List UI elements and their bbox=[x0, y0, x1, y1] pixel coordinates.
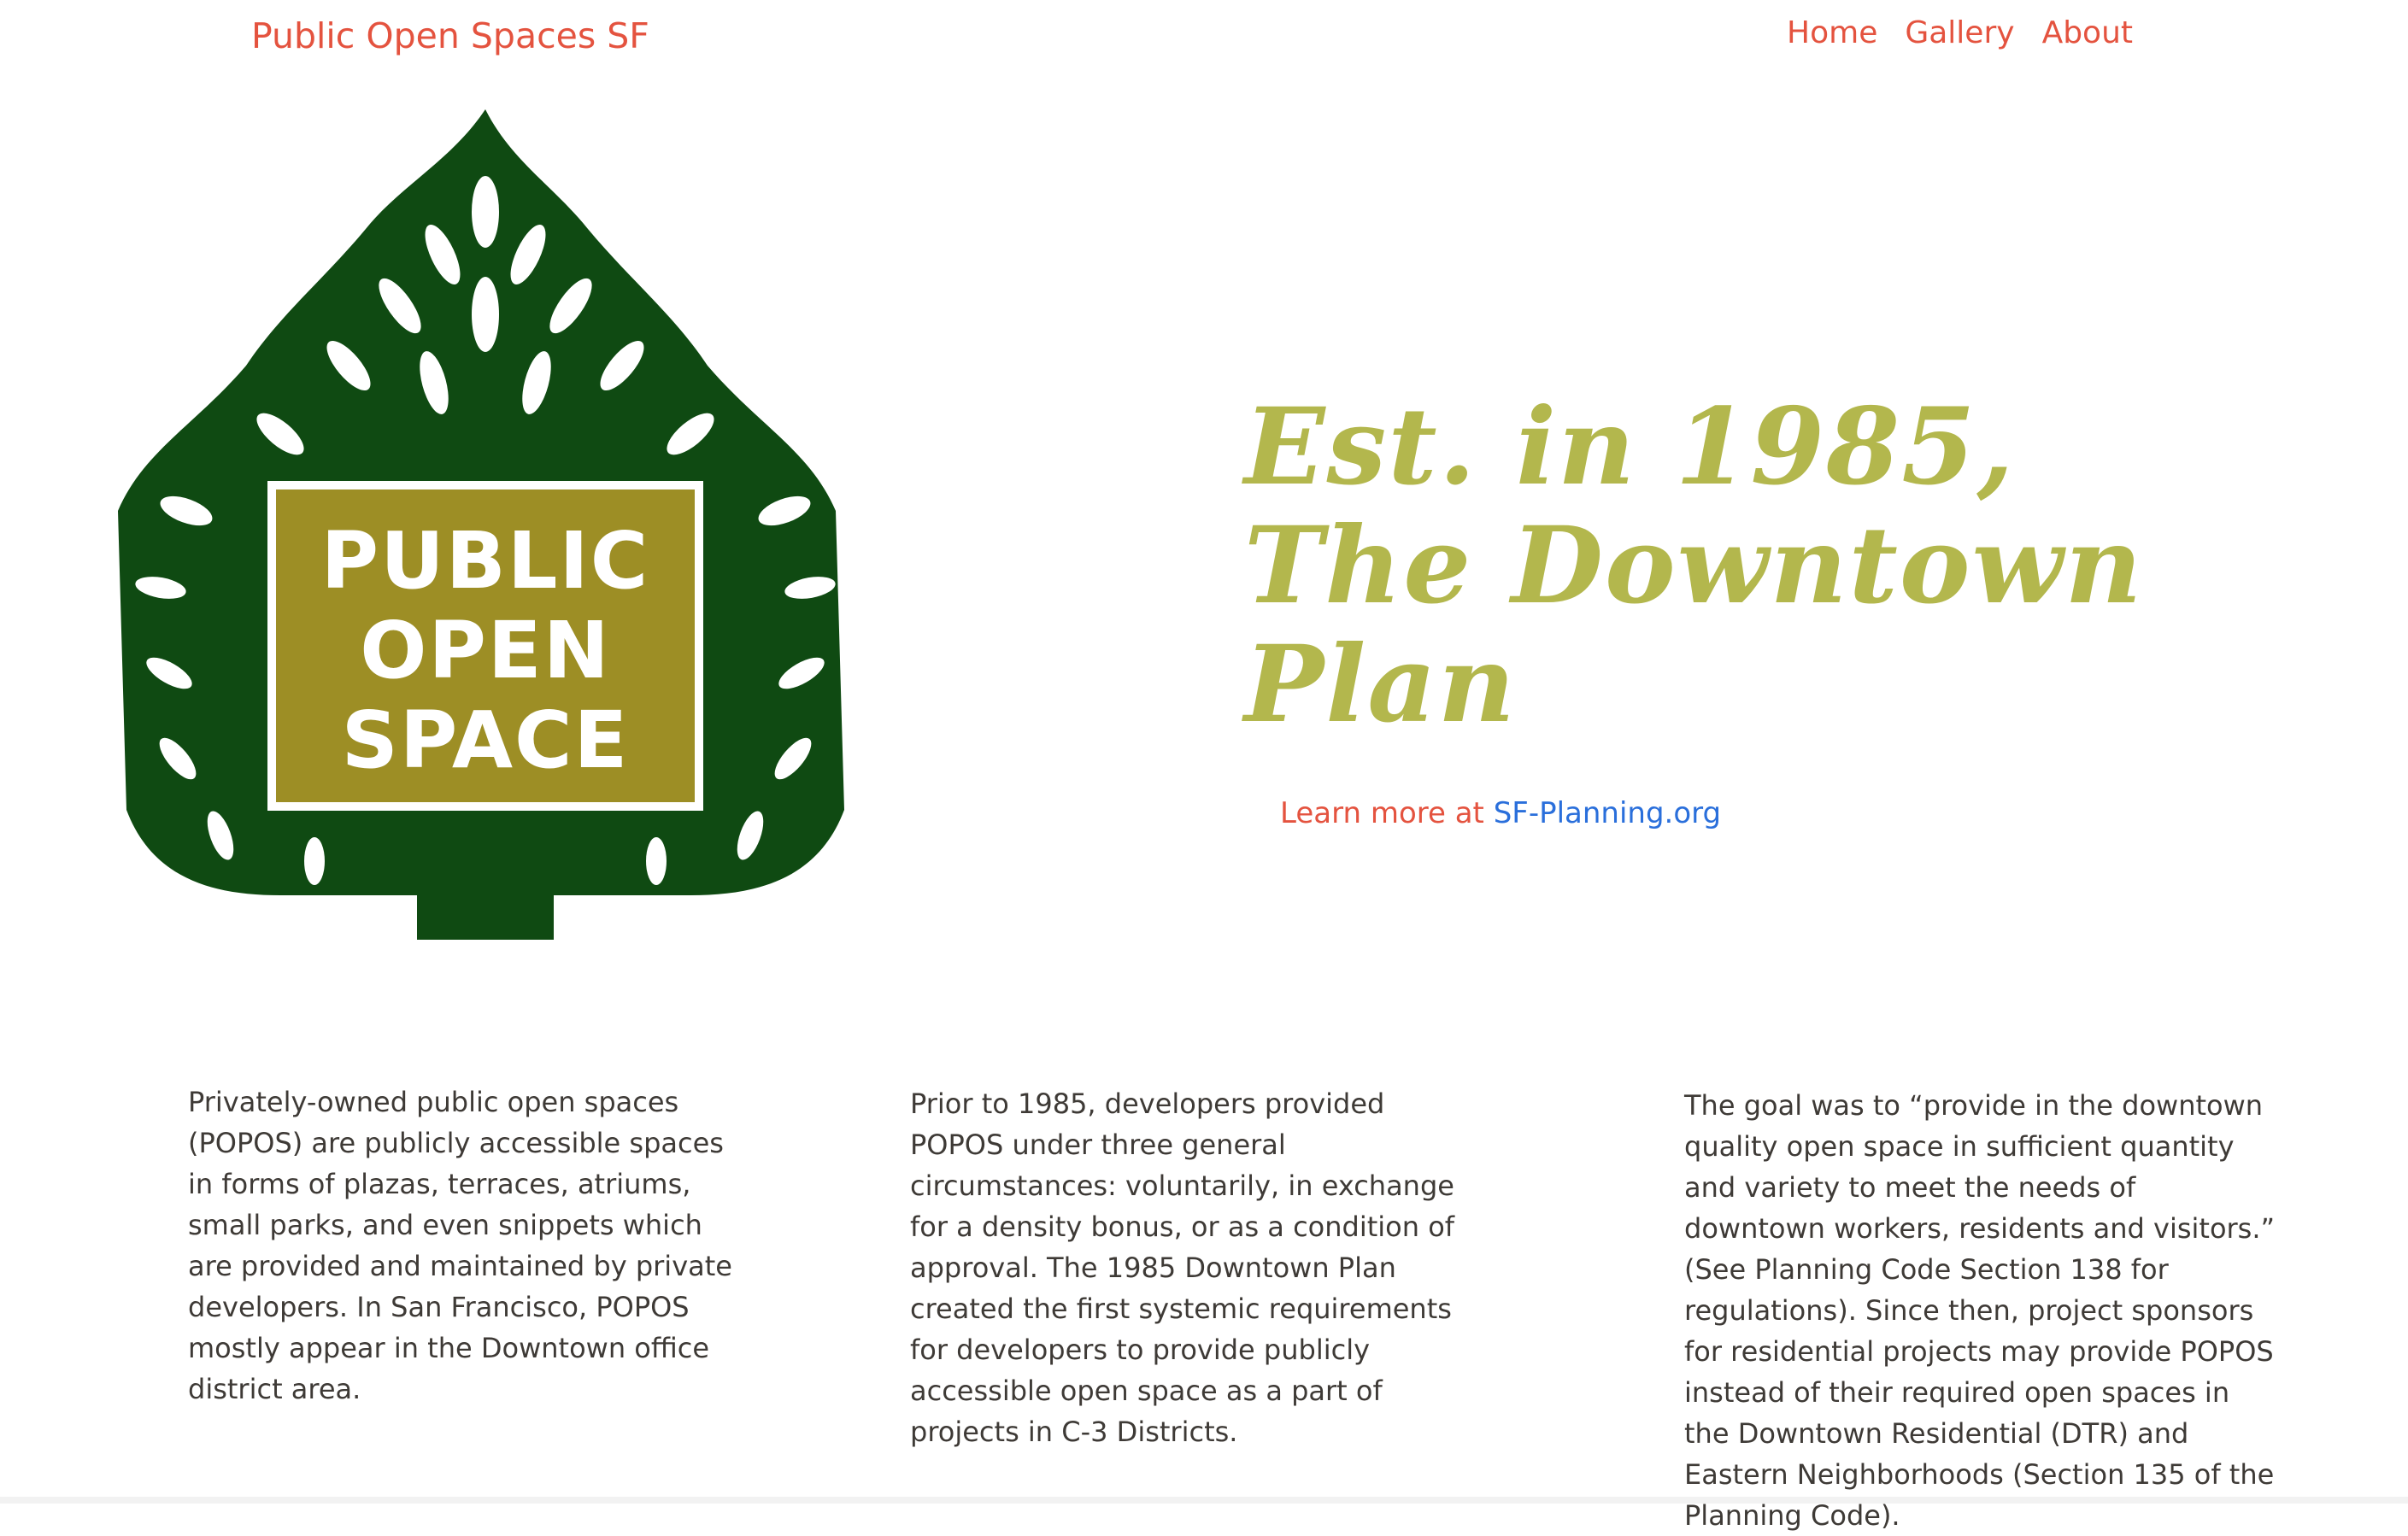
info-column-1: Privately-owned public open spaces (POPO… bbox=[188, 1086, 732, 1405]
logo-line-open: OPEN bbox=[360, 605, 610, 696]
hero-heading: Est. in 1985, The Downtown Plan bbox=[1244, 385, 2144, 747]
sf-planning-link[interactable]: SF-Planning.org bbox=[1494, 796, 1721, 830]
learn-more-text: Learn more at SF-Planning.org bbox=[1280, 796, 1721, 830]
nav-about-link[interactable]: About bbox=[2042, 15, 2133, 50]
nav-gallery-link[interactable]: Gallery bbox=[1905, 15, 2014, 50]
logo-line-space: SPACE bbox=[342, 695, 630, 786]
info-column-2: Prior to 1985, developers provided POPOS… bbox=[910, 1088, 1455, 1448]
learn-more-prefix: Learn more at bbox=[1280, 796, 1494, 830]
nav-home-link[interactable]: Home bbox=[1787, 15, 1877, 50]
logo-line-public: PUBLIC bbox=[321, 515, 650, 607]
page-bottom-divider bbox=[0, 1497, 2408, 1504]
popos-logo: PUBLIC OPEN SPACE bbox=[109, 109, 861, 940]
tree-logo-icon: PUBLIC OPEN SPACE bbox=[118, 109, 844, 940]
main-nav: Home Gallery About bbox=[1787, 15, 2133, 50]
info-column-3: The goal was to “provide in the downtown… bbox=[1684, 1089, 2276, 1532]
site-brand-link[interactable]: Public Open Spaces SF bbox=[251, 15, 649, 56]
